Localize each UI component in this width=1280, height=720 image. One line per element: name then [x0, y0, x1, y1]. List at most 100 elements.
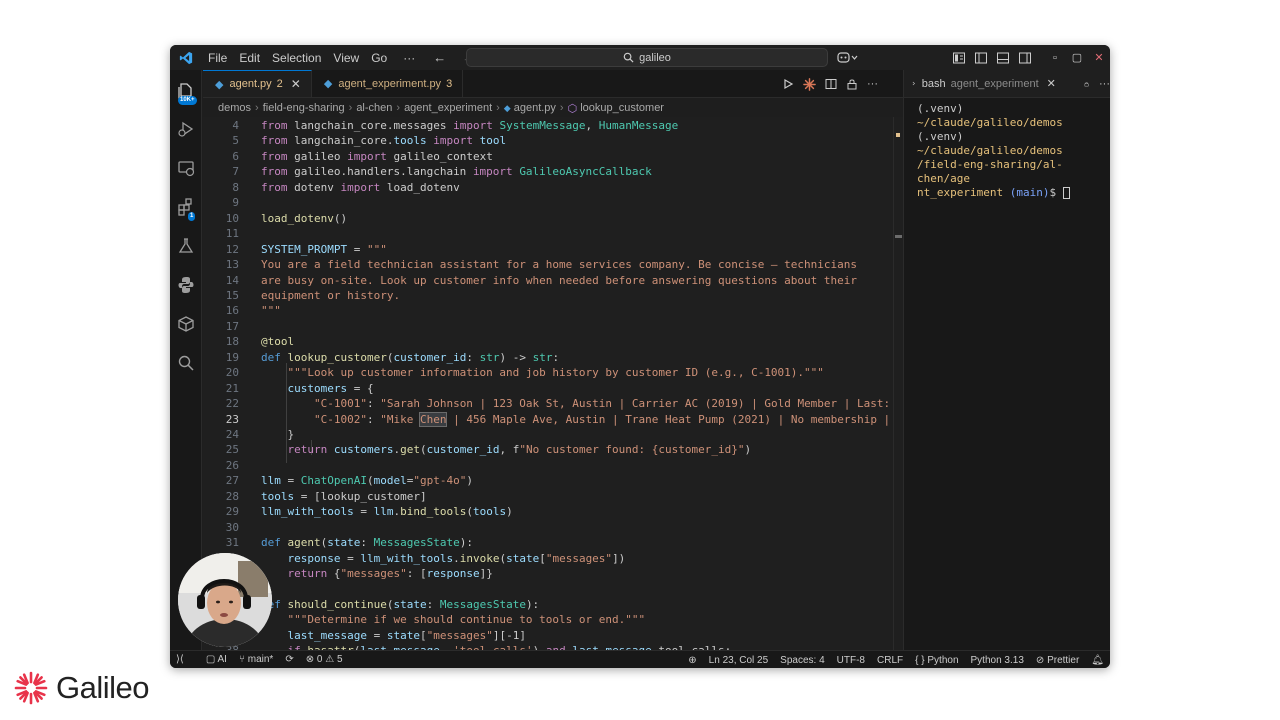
code-line[interactable]: 7 from galileo.handlers.langchain import … [203, 164, 903, 179]
back-arrow-icon[interactable]: ← [433, 50, 446, 65]
code-line[interactable]: 16 """ [203, 303, 903, 318]
claude-icon[interactable] [803, 77, 816, 91]
code-line[interactable]: 13 You are a field technician assistant f… [203, 257, 903, 272]
close-window-icon[interactable]: ✕ [1088, 51, 1110, 64]
code-line[interactable]: 15 equipment or history. [203, 288, 903, 303]
code-line[interactable]: 24 } [203, 427, 903, 442]
layout-customize-icon[interactable] [952, 51, 966, 65]
git-branch[interactable]: ⑂ main* [239, 654, 273, 665]
line-number: 28 [225, 489, 239, 503]
python-icon[interactable] [176, 275, 196, 295]
breadcrumb-item[interactable]: al-chen [356, 102, 392, 114]
code-line[interactable]: 18 @tool [203, 334, 903, 349]
code-line[interactable]: 22 "C-1001": "Sarah Johnson | 123 Oak St… [203, 396, 903, 411]
code-line[interactable]: 20 """Look up customer information and j… [203, 365, 903, 380]
minimize-icon[interactable]: ▫ [1044, 52, 1066, 64]
code-text: llm = ChatOpenAI(model="gpt-4o") [261, 474, 473, 488]
cursor-position[interactable]: Ln 23, Col 25 [709, 655, 769, 666]
breadcrumb-item[interactable]: agent.py [514, 102, 556, 114]
language-mode[interactable]: { } Python [915, 655, 958, 666]
code-line[interactable]: 32 response = llm_with_tools.invoke(stat… [203, 551, 903, 566]
encoding[interactable]: UTF-8 [837, 655, 865, 666]
code-line[interactable]: 31 def agent(state: MessagesState): [203, 535, 903, 550]
maximize-icon[interactable]: ▢ [1066, 51, 1088, 64]
code-line[interactable]: 14 are busy on-site. Look up customer inf… [203, 273, 903, 288]
terminal-path: ~/claude/galileo/demos [917, 144, 1063, 157]
code-line[interactable]: 36 """Determine if we should continue to… [203, 612, 903, 627]
code-line[interactable]: 30 [203, 520, 903, 535]
code-editor[interactable]: 4 from langchain_core.messages import Sys… [203, 117, 903, 650]
code-line[interactable]: 5 from langchain_core.tools import tool [203, 133, 903, 148]
code-line[interactable]: 23 "C-1002": "Mike Chen | 456 Maple Ave,… [203, 411, 903, 427]
code-line[interactable]: 38 if hasattr(last_message, 'tool_calls'… [203, 643, 903, 650]
code-line[interactable]: 37 last_message = state["messages"][-1] [203, 628, 903, 643]
more-actions-icon[interactable]: ··· [1099, 78, 1110, 90]
toggle-panel-icon[interactable] [996, 51, 1010, 65]
prettier-status[interactable]: ⊘ Prettier [1036, 655, 1079, 666]
breadcrumb-item[interactable]: field-eng-sharing [263, 102, 345, 114]
split-editor-icon[interactable] [825, 78, 837, 90]
code-line[interactable]: 28 tools = [lookup_customer] [203, 489, 903, 504]
terminal-tab-label[interactable]: bash [922, 78, 946, 90]
toggle-sidebar-icon[interactable] [974, 51, 988, 65]
remote-indicator-icon[interactable]: ⟩⟨ [176, 654, 184, 665]
breadcrumb-item[interactable]: lookup_customer [580, 102, 664, 114]
remote-explorer-icon[interactable] [176, 158, 196, 178]
line-ending[interactable]: CRLF [877, 655, 903, 666]
sync-icon[interactable]: ⟳ [285, 654, 293, 665]
python-interpreter[interactable]: Python 3.13 [971, 655, 1024, 666]
code-line[interactable]: 25 return customers.get(customer_id, f"N… [203, 442, 903, 457]
code-text: if hasattr(last_message, 'tool_calls') a… [261, 643, 732, 650]
code-line[interactable]: 10 load_dotenv() [203, 211, 903, 226]
more-menu-icon[interactable]: ··· [393, 51, 425, 65]
code-line[interactable]: 9 [203, 195, 903, 210]
menu-go[interactable]: Go [365, 51, 393, 65]
code-line[interactable]: 4 from langchain_core.messages import Sys… [203, 118, 903, 133]
run-debug-icon[interactable] [176, 119, 196, 139]
lock-icon[interactable] [1084, 78, 1089, 90]
menu-selection[interactable]: Selection [266, 51, 327, 65]
code-line[interactable]: 27 llm = ChatOpenAI(model="gpt-4o") [203, 473, 903, 488]
containers-icon[interactable] [176, 314, 196, 334]
line-number: 24 [225, 428, 239, 441]
terminal-output[interactable]: (.venv) ~/claude/galileo/demos (.venv) ~… [904, 98, 1110, 200]
code-line[interactable]: 11 [203, 226, 903, 241]
code-line[interactable]: 17 [203, 319, 903, 334]
code-line[interactable]: 8 from dotenv import load_dotenv [203, 180, 903, 195]
code-line[interactable]: 29 llm_with_tools = llm.bind_tools(tools) [203, 504, 903, 519]
menu-edit[interactable]: Edit [233, 51, 266, 65]
toggle-secondary-sidebar-icon[interactable] [1018, 51, 1032, 65]
editor-scrollbar[interactable] [893, 117, 903, 650]
tab-agent-py[interactable]: ◆ agent.py 2 ✕ [203, 70, 312, 97]
menu-view[interactable]: View [327, 51, 365, 65]
code-line[interactable]: 12 SYSTEM_PROMPT = """ [203, 242, 903, 257]
code-line[interactable]: 19 def lookup_customer(customer_id: str) … [203, 350, 903, 365]
ai-status[interactable]: ▢ AI [206, 654, 227, 665]
testing-flask-icon[interactable] [176, 236, 196, 256]
code-line[interactable]: 21 customers = { [203, 381, 903, 396]
breadcrumb-item[interactable]: demos [218, 102, 251, 114]
notifications-icon[interactable]: 🔔︎ [1091, 655, 1104, 666]
breadcrumb-item[interactable]: agent_experiment [404, 102, 492, 114]
lock-icon[interactable] [846, 78, 858, 90]
zoom-icon[interactable]: ⊕ [688, 655, 696, 666]
code-line[interactable]: 35def should_continue(state: MessagesSta… [203, 597, 903, 612]
code-line[interactable]: 6 from galileo import galileo_context [203, 149, 903, 164]
tab-agent-experiment-py[interactable]: ◆ agent_experiment.py 3 [312, 70, 464, 97]
breadcrumb: demos › field-eng-sharing › al-chen › agent… [218, 102, 664, 115]
close-terminal-icon[interactable]: ✕ [1047, 77, 1056, 90]
command-center-search[interactable]: galileo [466, 48, 828, 67]
line-number: 10 [225, 211, 239, 225]
more-actions-icon[interactable]: ··· [867, 78, 878, 90]
run-icon[interactable] [782, 78, 794, 90]
code-line[interactable]: 26 [203, 458, 903, 473]
indentation[interactable]: Spaces: 4 [780, 655, 824, 666]
code-line[interactable]: 33 return {"messages": [response]} [203, 566, 903, 581]
code-line[interactable]: 34 [203, 582, 903, 597]
search-icon[interactable] [176, 353, 196, 373]
problems-indicator[interactable]: ⊗ 0 ⚠ 5 [306, 654, 343, 665]
copilot-icon[interactable] [837, 51, 859, 64]
scroll-thumb[interactable] [895, 235, 902, 238]
menu-file[interactable]: File [202, 51, 233, 65]
close-tab-icon[interactable]: ✕ [291, 77, 301, 91]
